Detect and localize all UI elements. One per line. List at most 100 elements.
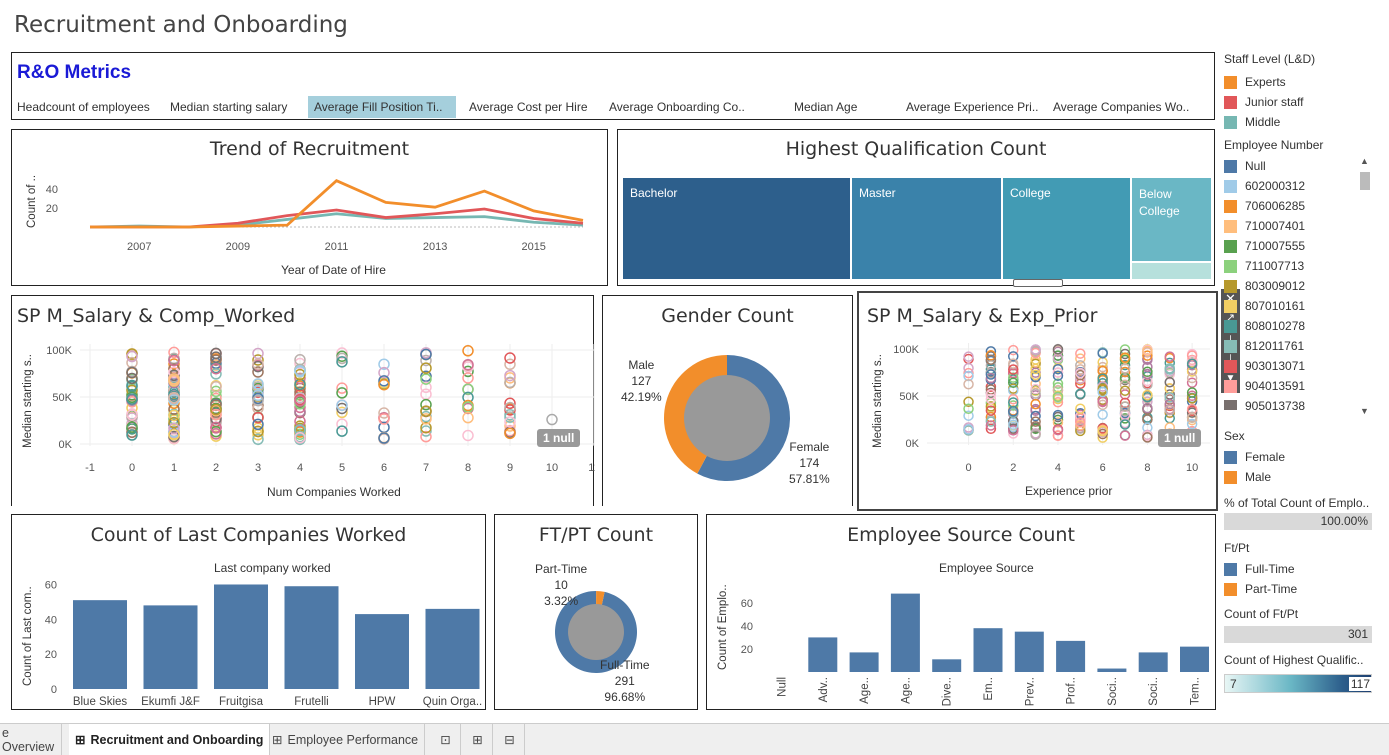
qual-cell-below-college[interactable]: Below College <box>1132 178 1211 261</box>
y-tick-label: 40 <box>45 614 57 626</box>
x-tick-label: Adv.. <box>818 677 830 702</box>
metric-tab[interactable]: Average Experience Pri.. <box>900 96 1040 118</box>
tab-employee-performance[interactable]: ⊞ Employee Performance <box>266 724 426 755</box>
qual-cell-label: College <box>1010 186 1051 200</box>
x-tick-label: Ekumfi J&F <box>141 696 200 708</box>
staff-legend-item[interactable]: Middle <box>1224 112 1382 132</box>
ftpt-legend-item[interactable]: Part-Time <box>1224 579 1382 599</box>
panel-resize-handle[interactable] <box>1013 279 1063 287</box>
new-story-button[interactable]: ⊟ <box>495 724 525 755</box>
new-dashboard-button[interactable]: ⊞ <box>463 724 493 755</box>
scroll-thumb[interactable] <box>1360 172 1370 190</box>
gender-female-label: Female 174 57.81% <box>789 439 830 487</box>
y-tick-label: 50K <box>52 392 72 404</box>
ftpt-legend-item[interactable]: Full-Time <box>1224 559 1382 579</box>
gender-male-label: Male 127 42.19% <box>621 357 662 405</box>
emp-legend-item[interactable]: 711007713 <box>1224 256 1374 276</box>
x-tick-label: Soci.. <box>1107 677 1119 706</box>
bar <box>1056 640 1086 672</box>
emp-legend-item[interactable]: 706006285 <box>1224 196 1374 216</box>
qual-cell-doctor[interactable] <box>1132 263 1211 279</box>
emp-legend-item[interactable]: 710007401 <box>1224 216 1374 236</box>
ftpt-ft-count: 291 <box>614 674 635 688</box>
bar <box>73 600 127 689</box>
metric-tab[interactable]: Average Companies Wo.. <box>1047 96 1197 118</box>
y-tick-label: 40 <box>46 184 58 196</box>
emp-legend-item[interactable]: 807010161 <box>1224 296 1374 316</box>
chevron-up-icon[interactable]: ▲ <box>1360 156 1369 166</box>
qual-cell-bachelor[interactable]: Bachelor <box>623 178 850 279</box>
legend-swatch <box>1224 239 1237 253</box>
trend-panel: Trend of Recruitment Count of .. Year of… <box>11 129 608 286</box>
sex-legend-item[interactable]: Female <box>1224 447 1382 467</box>
legend-label: 903013071 <box>1245 359 1306 373</box>
chevron-down-icon[interactable]: ▼ <box>1360 406 1369 416</box>
bar <box>143 605 198 689</box>
x-tick-label: 11 <box>588 462 595 474</box>
emp-legend-item[interactable]: 710007555 <box>1224 236 1374 256</box>
scatter-point <box>1119 430 1131 441</box>
null-badge[interactable]: 1 null <box>537 429 581 447</box>
x-tick-label: 6 <box>1100 462 1106 474</box>
x-tick-label: 5 <box>339 462 345 474</box>
legend-label: 808010278 <box>1245 319 1306 333</box>
new-worksheet-button[interactable]: ⊡ <box>431 724 461 755</box>
x-tick-label: 4 <box>1055 462 1061 474</box>
y-tick-label: 50K <box>899 391 919 403</box>
legend-swatch <box>1224 219 1237 233</box>
salexp-panel[interactable]: SP M_Salary & Exp_Prior Median starting … <box>857 291 1218 511</box>
qual-cell-master[interactable]: Master <box>852 178 1001 279</box>
tab-label: Employee Performance <box>287 732 419 747</box>
x-tick-label: 1 <box>171 462 177 474</box>
legend-label: 711007713 <box>1245 259 1305 273</box>
emp-legend-item[interactable]: 903013071 <box>1224 356 1374 376</box>
legend-label: Null <box>1245 159 1266 173</box>
new-worksheet-icon: ⊡ <box>440 733 451 747</box>
staff-legend-title: Staff Level (L&D) <box>1224 52 1316 66</box>
sex-legend-item[interactable]: Male <box>1224 467 1382 487</box>
bar <box>890 593 920 672</box>
bar <box>425 608 480 689</box>
metric-tab[interactable]: Average Onboarding Co.. <box>603 96 753 118</box>
emp-legend-item[interactable]: 812011761 <box>1224 336 1374 356</box>
null-badge[interactable]: 1 null <box>1158 429 1202 447</box>
emp-legend-item[interactable]: Null <box>1224 156 1374 176</box>
emp-legend-item[interactable]: 808010278 <box>1224 316 1374 336</box>
legend-label: 905013738 <box>1245 399 1306 410</box>
metric-tab[interactable]: Headcount of employees <box>11 96 161 118</box>
emp-legend-item[interactable]: 905013738 <box>1224 396 1374 410</box>
y-tick-label: 0 <box>51 684 57 696</box>
staff-legend-item[interactable]: Junior staff <box>1224 92 1382 112</box>
legend-swatch <box>1224 450 1237 464</box>
emp-legend-item[interactable]: 602000312 <box>1224 176 1374 196</box>
metric-tab[interactable]: Median starting salary <box>164 96 304 118</box>
ftpt-pt-count: 10 <box>554 578 568 592</box>
x-tick-label: Blue Skies <box>73 696 128 708</box>
staff-legend-item[interactable]: Experts <box>1224 72 1382 92</box>
series-line-middle <box>89 212 584 229</box>
metric-tab[interactable]: Median Age <box>788 96 864 118</box>
x-tick-label: Dive.. <box>942 677 954 706</box>
legend-label: 710007555 <box>1245 239 1306 253</box>
legend-swatch <box>1224 279 1237 293</box>
metric-tab[interactable]: Average Cost per Hire <box>463 96 599 118</box>
y-tick-label: 40 <box>741 621 753 633</box>
metric-tab[interactable]: Average Fill Position Ti.. <box>308 96 456 118</box>
legend-swatch <box>1224 115 1237 129</box>
y-tick-label: 0K <box>59 439 73 451</box>
pct-bar: 100.00% <box>1224 513 1372 530</box>
legend-scrollbar[interactable]: ▲ ▼ <box>1358 156 1372 420</box>
new-story-icon: ⊟ <box>504 733 515 747</box>
tab-recruitment[interactable]: ⊞ Recruitment and Onboarding <box>69 724 271 755</box>
tab-overview[interactable]: e Overview <box>0 724 62 755</box>
x-tick-label: 0 <box>129 462 135 474</box>
gender-female-count: 174 <box>799 456 820 470</box>
bar <box>808 637 838 672</box>
emp-legend-item[interactable]: 803009012 <box>1224 276 1374 296</box>
emp-legend-item[interactable]: 904013591 <box>1224 376 1374 396</box>
x-tick-label: HPW <box>369 696 396 708</box>
salcomp-panel: SP M_Salary & Comp_Worked Median startin… <box>11 295 595 506</box>
salexp-chart: 100K 50K 0K 0 2 4 6 8 10 <box>893 343 1210 474</box>
legend-swatch <box>1224 399 1237 410</box>
qual-cell-college[interactable]: College <box>1003 178 1130 279</box>
